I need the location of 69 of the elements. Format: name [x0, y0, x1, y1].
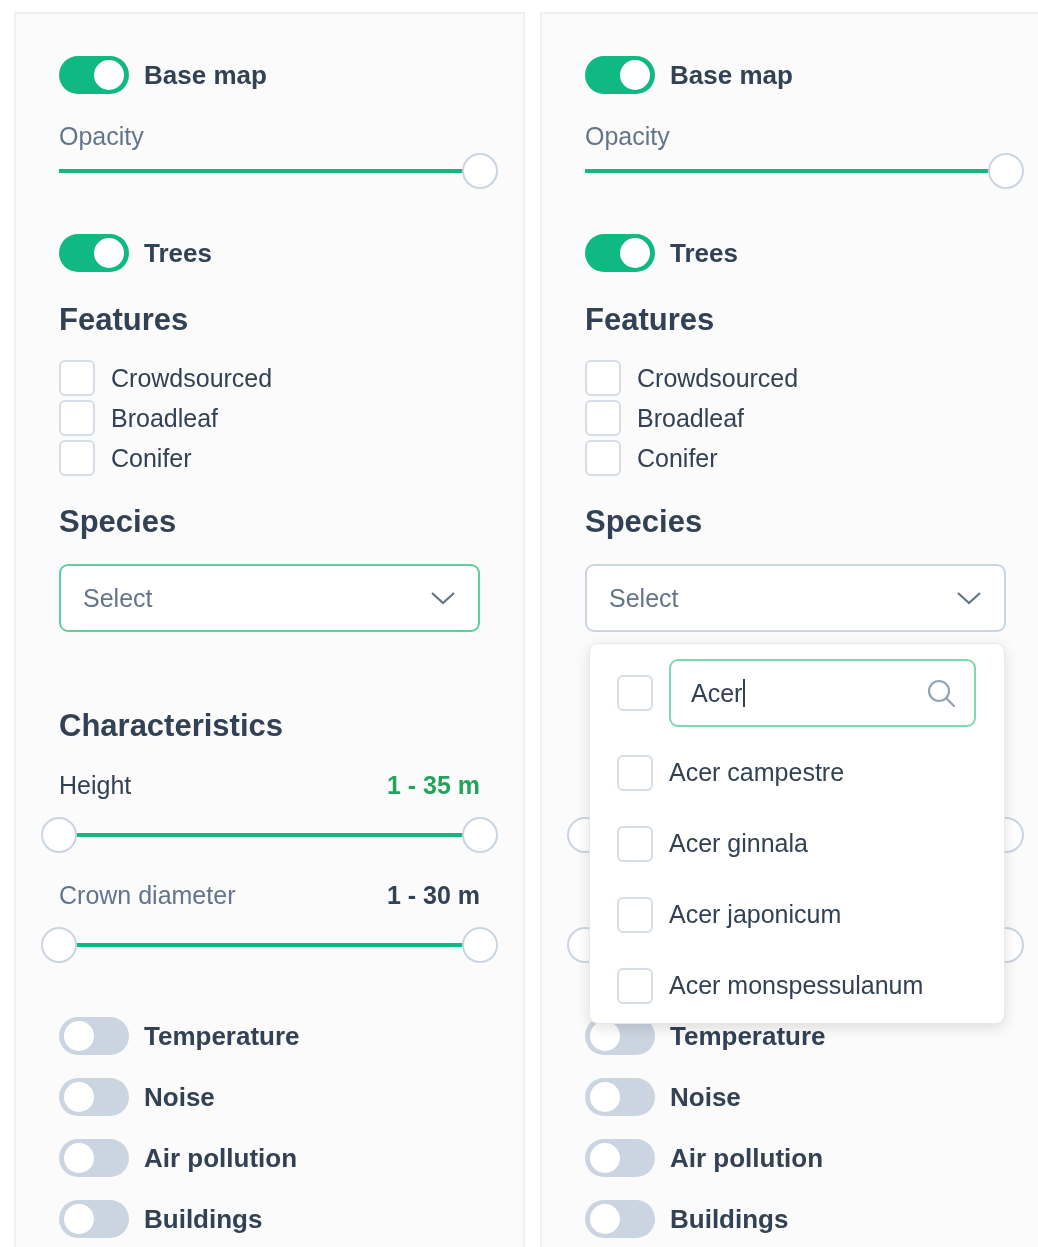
option-label[interactable]: Acer japonicum: [669, 900, 842, 929]
section-heading: Features: [585, 302, 716, 338]
toggle-label: Base map: [670, 59, 793, 91]
checkbox[interactable]: [617, 754, 653, 791]
toggle-label: Temperature: [144, 1020, 300, 1052]
slider-label: Height: [59, 770, 132, 800]
toggle-switch[interactable]: [59, 1078, 129, 1116]
checkbox[interactable]: [59, 440, 95, 476]
toggle-switch[interactable]: [59, 1200, 129, 1238]
toggle-switch[interactable]: [59, 1139, 129, 1177]
toggle-switch[interactable]: [585, 56, 655, 94]
toggle-label: Buildings: [144, 1203, 263, 1235]
checkbox-label: Broadleaf: [637, 403, 745, 433]
checkbox[interactable]: [617, 896, 653, 933]
slider-thumb[interactable]: [462, 927, 498, 963]
toggle-switch[interactable]: [585, 1078, 655, 1116]
toggle-label: Air pollution: [144, 1142, 298, 1174]
section-heading: Species: [585, 504, 704, 540]
checkbox[interactable]: [617, 675, 653, 711]
section-heading: Features: [59, 302, 190, 338]
checkbox[interactable]: [617, 967, 653, 1004]
checkbox-label: Broadleaf: [111, 403, 219, 433]
checkbox-label: Conifer: [111, 443, 192, 473]
checkbox[interactable]: [585, 360, 621, 396]
checkbox[interactable]: [59, 360, 95, 396]
toggle-label: Buildings: [670, 1203, 789, 1235]
slider-thumb[interactable]: [41, 817, 77, 853]
checkbox-label: Crowdsourced: [111, 363, 273, 393]
toggle-label: Base map: [144, 59, 267, 91]
slider-label: Crown diameter: [59, 880, 236, 910]
toggle-switch[interactable]: [59, 1017, 129, 1055]
search-field[interactable]: Acer: [669, 659, 976, 727]
slider-thumb[interactable]: [462, 817, 498, 853]
chevron-down-icon: [430, 590, 456, 606]
slider-label: Opacity: [59, 121, 145, 151]
checkbox[interactable]: [59, 400, 95, 436]
toggle-switch[interactable]: [585, 1139, 655, 1177]
range-slider[interactable]: [41, 817, 498, 853]
toggle-label: Air pollution: [670, 1142, 824, 1174]
search-icon: [926, 678, 956, 708]
species-select[interactable]: Select: [59, 564, 480, 632]
checkbox[interactable]: [585, 400, 621, 436]
toggle-switch[interactable]: [59, 56, 129, 94]
range-slider[interactable]: [41, 927, 498, 963]
toggle-switch[interactable]: [59, 234, 129, 272]
slider-thumb[interactable]: [988, 153, 1024, 189]
checkbox[interactable]: [617, 825, 653, 862]
section-heading: Species: [59, 504, 178, 540]
slider-label: Opacity: [585, 121, 671, 151]
toggle-label: Trees: [144, 237, 212, 269]
checkbox-label: Conifer: [637, 443, 718, 473]
toggle-label: Trees: [670, 237, 738, 269]
checkbox-label: Crowdsourced: [637, 363, 799, 393]
toggle-switch[interactable]: [585, 234, 655, 272]
toggle-label: Noise: [670, 1081, 741, 1113]
chevron-down-icon: [956, 590, 982, 606]
range-value: 1 - 30 m: [386, 880, 480, 910]
species-select[interactable]: Select: [585, 564, 1006, 632]
option-label[interactable]: Acer campestre: [669, 758, 845, 787]
option-label[interactable]: Acer ginnala: [669, 829, 808, 858]
checkbox[interactable]: [585, 440, 621, 476]
slider-thumb[interactable]: [462, 153, 498, 189]
toggle-label: Noise: [144, 1081, 215, 1113]
toggle-switch[interactable]: [585, 1200, 655, 1238]
range-value: 1 - 35 m: [386, 770, 480, 800]
section-heading: Characteristics: [59, 708, 284, 744]
toggle-label: Temperature: [670, 1020, 826, 1052]
slider-thumb[interactable]: [41, 927, 77, 963]
option-label[interactable]: Acer monspessulanum: [669, 971, 924, 1000]
